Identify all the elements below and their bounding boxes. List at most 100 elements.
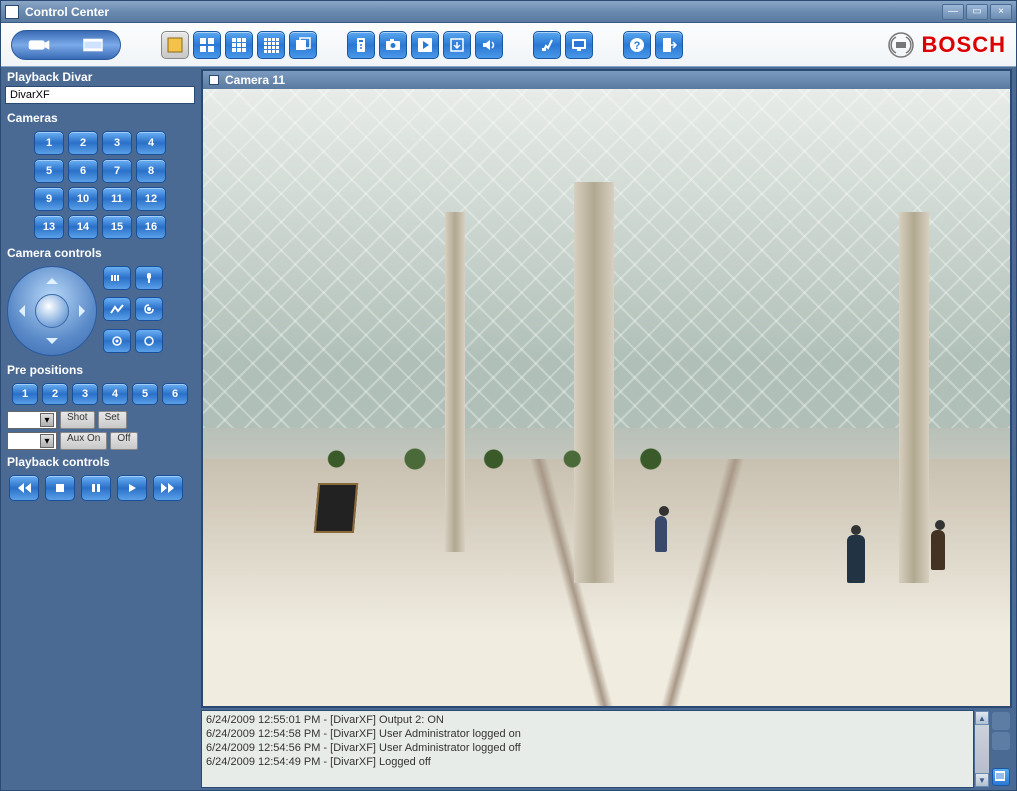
dropdown-arrow-icon: ▾ xyxy=(40,413,54,427)
dropdown-arrow-icon: ▾ xyxy=(40,434,54,448)
playback-header: Playback Divar xyxy=(1,67,199,86)
ptz-up-icon xyxy=(46,272,58,284)
camera-button-4[interactable]: 4 xyxy=(136,131,166,155)
video-content[interactable] xyxy=(203,89,1010,706)
snapshot-button[interactable] xyxy=(379,31,407,59)
pre-position-grid: 1 2 3 4 5 6 xyxy=(1,379,199,409)
camera-button-1[interactable]: 1 xyxy=(34,131,64,155)
ptz-left-icon xyxy=(13,305,25,317)
focus-near-button[interactable] xyxy=(135,297,163,321)
video-title-icon xyxy=(209,75,219,85)
help-button[interactable]: ? xyxy=(623,31,651,59)
set-button[interactable]: Set xyxy=(98,411,127,429)
cameras-header: Cameras xyxy=(1,108,199,127)
log-line: 6/24/2009 12:54:49 PM - [DivarXF] Logged… xyxy=(206,755,969,769)
video-title-label: Camera 11 xyxy=(225,73,285,87)
remote-control-button[interactable] xyxy=(347,31,375,59)
aux-on-button[interactable]: Aux On xyxy=(60,432,107,450)
settings-button[interactable] xyxy=(533,31,561,59)
playback-controls-header: Playback controls xyxy=(1,452,199,471)
log-line: 6/24/2009 12:55:01 PM - [DivarXF] Output… xyxy=(206,713,969,727)
camera-controls-header: Camera controls xyxy=(1,243,199,262)
camera-button-16[interactable]: 16 xyxy=(136,215,166,239)
camera-button-15[interactable]: 15 xyxy=(102,215,132,239)
exit-button[interactable] xyxy=(655,31,683,59)
ptz-center-button[interactable] xyxy=(35,294,69,328)
focus-far-button[interactable] xyxy=(103,297,131,321)
log-line: 6/24/2009 12:54:58 PM - [DivarXF] User A… xyxy=(206,727,969,741)
play-button[interactable] xyxy=(411,31,439,59)
camera-button-5[interactable]: 5 xyxy=(34,159,64,183)
layout-4x4-button[interactable] xyxy=(257,31,285,59)
camera-button-14[interactable]: 14 xyxy=(68,215,98,239)
stop-button[interactable] xyxy=(45,475,75,501)
ptz-down-icon xyxy=(46,338,58,350)
iris-close-button[interactable] xyxy=(103,329,131,353)
scroll-down-button[interactable]: ▼ xyxy=(975,773,989,787)
log-area: 6/24/2009 12:55:01 PM - [DivarXF] Output… xyxy=(201,710,1012,788)
minimize-button[interactable]: — xyxy=(942,4,964,20)
iris-open-button[interactable] xyxy=(135,329,163,353)
window-title: Control Center xyxy=(25,5,942,19)
toolbar: ? BOSCH xyxy=(1,23,1016,67)
zoom-out-button[interactable] xyxy=(103,266,131,290)
camera-button-2[interactable]: 2 xyxy=(68,131,98,155)
brand-name: BOSCH xyxy=(922,32,1006,58)
pre-button-5[interactable]: 5 xyxy=(132,383,158,405)
shot-button[interactable]: Shot xyxy=(60,411,95,429)
live-mode-icon xyxy=(19,35,59,55)
bosch-symbol-icon xyxy=(888,32,914,58)
export-button[interactable] xyxy=(443,31,471,59)
sidebar: Playback Divar DivarXF Cameras 1 2 3 4 5… xyxy=(1,67,199,790)
device-name-field[interactable]: DivarXF xyxy=(5,86,195,104)
pre-button-1[interactable]: 1 xyxy=(12,383,38,405)
scroll-up-button[interactable]: ▲ xyxy=(975,711,989,725)
camera-button-12[interactable]: 12 xyxy=(136,187,166,211)
pre-button-4[interactable]: 4 xyxy=(102,383,128,405)
svg-text:?: ? xyxy=(634,40,641,52)
play-forward-button[interactable] xyxy=(117,475,147,501)
titlebar: Control Center — ▭ × xyxy=(1,1,1016,23)
aux-select[interactable]: ▾ xyxy=(7,432,57,450)
camera-grid: 1 2 3 4 5 6 7 8 9 10 11 12 13 14 15 16 xyxy=(1,127,199,243)
monitor-button[interactable] xyxy=(565,31,593,59)
fast-forward-button[interactable] xyxy=(153,475,183,501)
pre-button-2[interactable]: 2 xyxy=(42,383,68,405)
pre-button-3[interactable]: 3 xyxy=(72,383,98,405)
ptz-right-icon xyxy=(79,305,91,317)
camera-button-11[interactable]: 11 xyxy=(102,187,132,211)
audio-button[interactable] xyxy=(475,31,503,59)
layout-quad-button[interactable] xyxy=(193,31,221,59)
log-scrollbar[interactable]: ▲ ▼ xyxy=(974,710,990,788)
camera-button-13[interactable]: 13 xyxy=(34,215,64,239)
log-toggle-button[interactable] xyxy=(992,768,1010,786)
camera-button-10[interactable]: 10 xyxy=(68,187,98,211)
shot-select[interactable]: ▾ xyxy=(7,411,57,429)
camera-button-9[interactable]: 9 xyxy=(34,187,64,211)
camera-button-7[interactable]: 7 xyxy=(102,159,132,183)
video-titlebar: Camera 11 xyxy=(203,71,1010,89)
close-button[interactable]: × xyxy=(990,4,1012,20)
log-line: 6/24/2009 12:54:56 PM - [DivarXF] User A… xyxy=(206,741,969,755)
layout-3x3-button[interactable] xyxy=(225,31,253,59)
camera-button-6[interactable]: 6 xyxy=(68,159,98,183)
layout-multi-button[interactable] xyxy=(289,31,317,59)
pre-positions-header: Pre positions xyxy=(1,360,199,379)
rewind-button[interactable] xyxy=(9,475,39,501)
live-playback-toggle[interactable] xyxy=(11,30,121,60)
camera-button-8[interactable]: 8 xyxy=(136,159,166,183)
video-frame: Camera 11 xyxy=(201,69,1012,708)
playback-mode-icon xyxy=(73,35,113,55)
pre-button-6[interactable]: 6 xyxy=(162,383,188,405)
log-filter-alarm-icon xyxy=(992,712,1010,730)
ptz-dpad[interactable] xyxy=(7,266,97,356)
brand-logo: BOSCH xyxy=(888,32,1006,58)
app-icon xyxy=(5,5,19,19)
zoom-in-button[interactable] xyxy=(135,266,163,290)
pause-button[interactable] xyxy=(81,475,111,501)
maximize-button[interactable]: ▭ xyxy=(966,4,988,20)
layout-single-button[interactable] xyxy=(161,31,189,59)
camera-button-3[interactable]: 3 xyxy=(102,131,132,155)
aux-off-button[interactable]: Off xyxy=(110,432,137,450)
log-box[interactable]: 6/24/2009 12:55:01 PM - [DivarXF] Output… xyxy=(201,710,974,788)
